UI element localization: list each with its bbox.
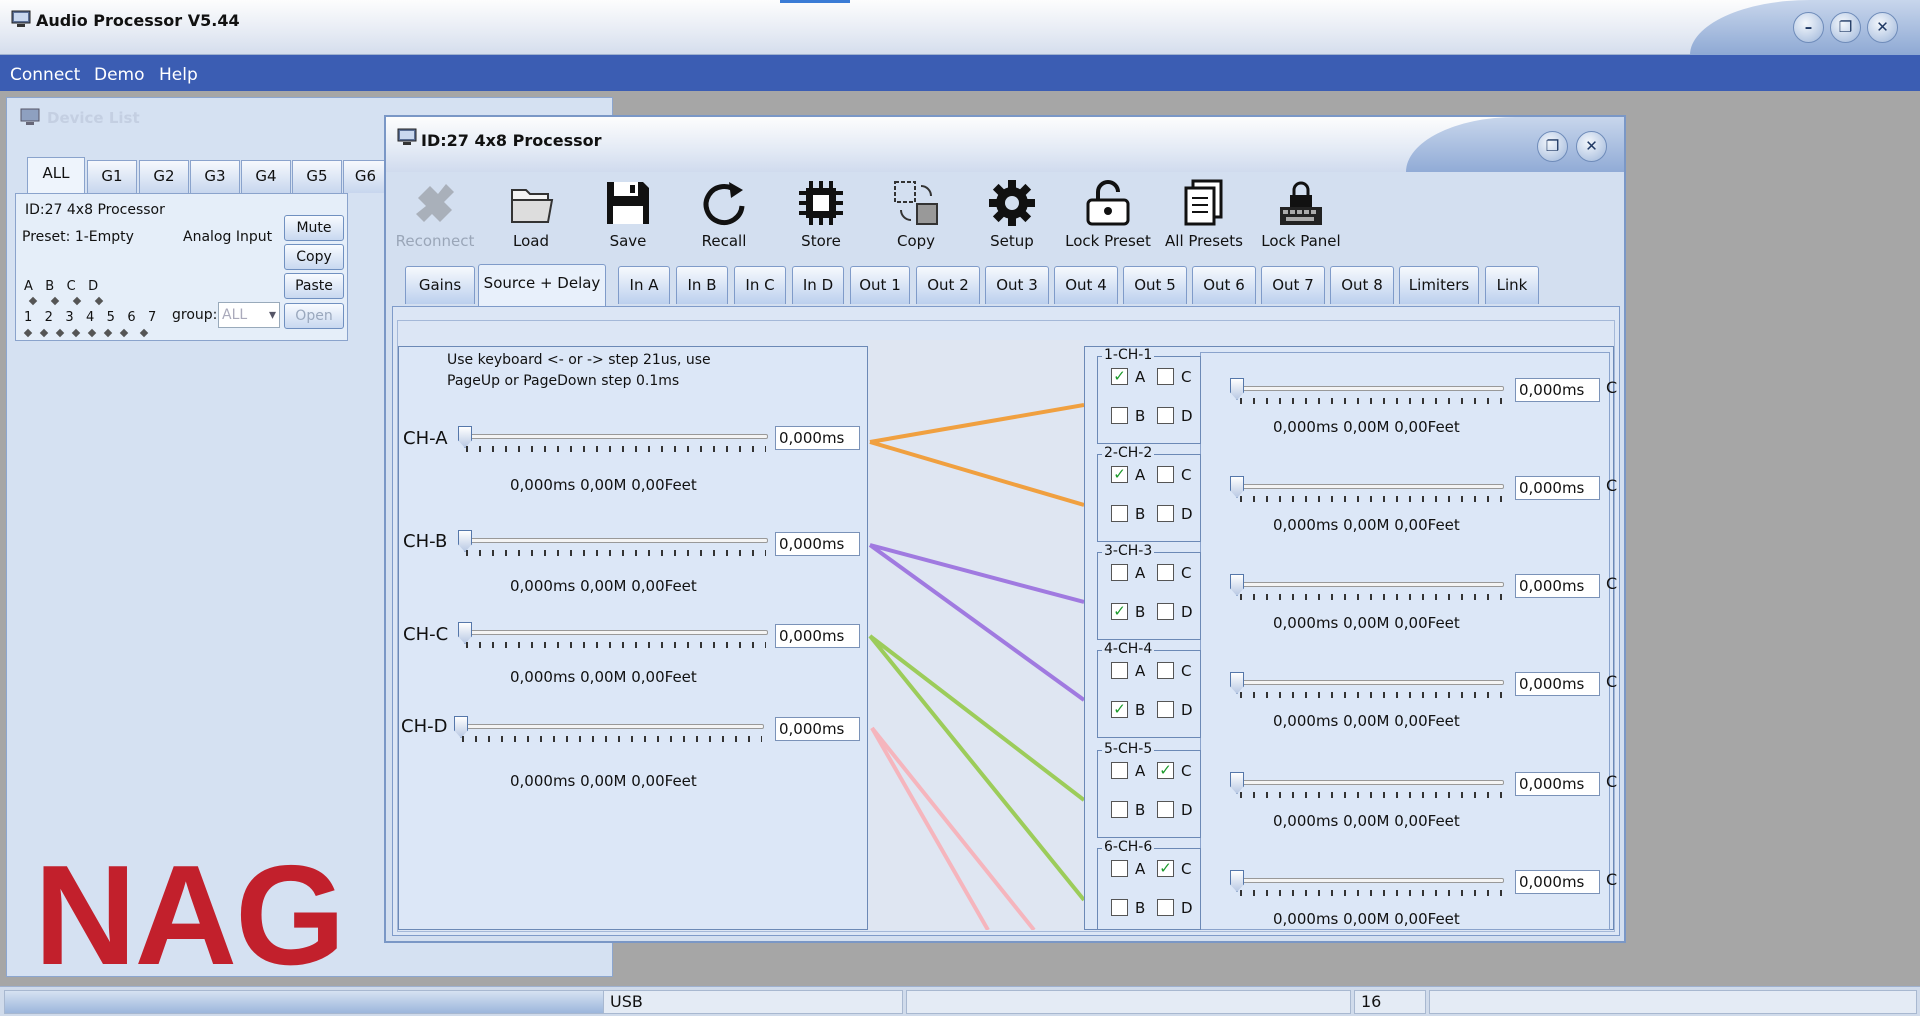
status-count: 16	[1354, 990, 1426, 1014]
output-2-source-b-checkbox[interactable]	[1111, 505, 1128, 522]
output-3-ticks	[1240, 594, 1502, 600]
output-4-clipped-label: C	[1606, 672, 1618, 691]
output-1-source-a-checkbox[interactable]: ✓	[1111, 368, 1128, 385]
output-6-source-c-checkbox[interactable]: ✓	[1157, 860, 1174, 877]
output-2-slider-thumb[interactable]	[1230, 476, 1244, 498]
output-4-source-d-checkbox[interactable]	[1157, 701, 1174, 718]
output-4-source-b-checkbox[interactable]: ✓	[1111, 701, 1128, 718]
output-2-source-c-checkbox[interactable]	[1157, 466, 1174, 483]
output-1-readout: 0,000ms 0,00M 0,00Feet	[1273, 418, 1460, 436]
output-3-source-c-label: C	[1181, 564, 1192, 582]
output-4-source-b-label: B	[1135, 701, 1146, 719]
output-2-source-d-label: D	[1181, 505, 1193, 523]
output-6-source-b-checkbox[interactable]	[1111, 899, 1128, 916]
output-group-label: 4-CH-4	[1102, 641, 1155, 657]
output-4-ticks	[1240, 692, 1502, 698]
output-4-source-c-label: C	[1181, 662, 1192, 680]
output-2-slider[interactable]	[1234, 484, 1504, 489]
output-3-source-a-label: A	[1135, 564, 1146, 582]
output-1-slider[interactable]	[1234, 386, 1504, 391]
output-group-label: 6-CH-6	[1102, 839, 1155, 855]
output-5-slider[interactable]	[1234, 780, 1504, 785]
output-1-clipped-label: C	[1606, 378, 1618, 397]
output-group-label: 1-CH-1	[1102, 347, 1155, 363]
output-1-source-c-checkbox[interactable]	[1157, 368, 1174, 385]
output-6-source-a-checkbox[interactable]	[1111, 860, 1128, 877]
output-5-source-c-checkbox[interactable]: ✓	[1157, 762, 1174, 779]
output-2-clipped-label: C	[1606, 476, 1618, 495]
output-5-source-c-label: C	[1181, 762, 1192, 780]
output-3-delay-input[interactable]: 0,000ms	[1515, 574, 1600, 598]
output-6-delay-input[interactable]: 0,000ms	[1515, 870, 1600, 894]
output-6-source-b-label: B	[1135, 899, 1146, 917]
status-message	[906, 990, 1351, 1014]
output-6-slider[interactable]	[1234, 878, 1504, 883]
output-2-source-a-label: A	[1135, 466, 1146, 484]
status-extra	[1429, 990, 1917, 1014]
output-2-source-c-label: C	[1181, 466, 1192, 484]
output-5-source-a-label: A	[1135, 762, 1146, 780]
output-1-ticks	[1240, 398, 1502, 404]
output-3-source-d-label: D	[1181, 603, 1193, 621]
output-3-clipped-label: C	[1606, 574, 1618, 593]
output-5-slider-thumb[interactable]	[1230, 772, 1244, 794]
output-1-delay-input[interactable]: 0,000ms	[1515, 378, 1600, 402]
status-progress	[4, 990, 604, 1014]
output-3-slider-thumb[interactable]	[1230, 574, 1244, 596]
output-4-source-d-label: D	[1181, 701, 1193, 719]
output-1-source-c-label: C	[1181, 368, 1192, 386]
output-3-slider[interactable]	[1234, 582, 1504, 587]
output-group-label: 2-CH-2	[1102, 445, 1155, 461]
output-5-source-b-label: B	[1135, 801, 1146, 819]
output-6-slider-thumb[interactable]	[1230, 870, 1244, 892]
output-5-source-d-checkbox[interactable]	[1157, 801, 1174, 818]
output-4-readout: 0,000ms 0,00M 0,00Feet	[1273, 712, 1460, 730]
output-4-delay-input[interactable]: 0,000ms	[1515, 672, 1600, 696]
output-3-source-d-checkbox[interactable]	[1157, 603, 1174, 620]
output-4-source-c-checkbox[interactable]	[1157, 662, 1174, 679]
output-2-source-b-label: B	[1135, 505, 1146, 523]
output-6-source-d-label: D	[1181, 899, 1193, 917]
output-6-source-c-label: C	[1181, 860, 1192, 878]
output-1-slider-thumb[interactable]	[1230, 378, 1244, 400]
output-3-source-a-checkbox[interactable]	[1111, 564, 1128, 581]
output-4-source-a-checkbox[interactable]	[1111, 662, 1128, 679]
output-5-readout: 0,000ms 0,00M 0,00Feet	[1273, 812, 1460, 830]
output-4-slider-thumb[interactable]	[1230, 672, 1244, 694]
output-2-delay-input[interactable]: 0,000ms	[1515, 476, 1600, 500]
output-2-ticks	[1240, 496, 1502, 502]
output-5-ticks	[1240, 792, 1502, 798]
output-group-label: 3-CH-3	[1102, 543, 1155, 559]
output-1-source-d-checkbox[interactable]	[1157, 407, 1174, 424]
output-6-clipped-label: C	[1606, 870, 1618, 889]
output-2-source-a-checkbox[interactable]: ✓	[1111, 466, 1128, 483]
output-5-source-d-label: D	[1181, 801, 1193, 819]
output-1-source-b-checkbox[interactable]	[1111, 407, 1128, 424]
output-1-source-b-label: B	[1135, 407, 1146, 425]
output-6-readout: 0,000ms 0,00M 0,00Feet	[1273, 910, 1460, 928]
output-4-source-a-label: A	[1135, 662, 1146, 680]
output-group-label: 5-CH-5	[1102, 741, 1155, 757]
status-port: USB	[603, 990, 903, 1014]
output-3-source-b-checkbox[interactable]: ✓	[1111, 603, 1128, 620]
output-5-delay-input[interactable]: 0,000ms	[1515, 772, 1600, 796]
outputs-container: 1-CH-1 ✓ A B C D 0,000ms 0,000ms 0,00M 0,00Feet…	[0, 0, 1920, 930]
output-5-source-a-checkbox[interactable]	[1111, 762, 1128, 779]
output-2-source-d-checkbox[interactable]	[1157, 505, 1174, 522]
output-6-source-a-label: A	[1135, 860, 1146, 878]
output-1-source-a-label: A	[1135, 368, 1146, 386]
output-6-source-d-checkbox[interactable]	[1157, 899, 1174, 916]
output-5-clipped-label: C	[1606, 772, 1618, 791]
output-3-source-c-checkbox[interactable]	[1157, 564, 1174, 581]
output-3-source-b-label: B	[1135, 603, 1146, 621]
output-6-ticks	[1240, 890, 1502, 896]
output-3-readout: 0,000ms 0,00M 0,00Feet	[1273, 614, 1460, 632]
output-2-readout: 0,000ms 0,00M 0,00Feet	[1273, 516, 1460, 534]
output-5-source-b-checkbox[interactable]	[1111, 801, 1128, 818]
output-4-slider[interactable]	[1234, 680, 1504, 685]
output-1-source-d-label: D	[1181, 407, 1193, 425]
